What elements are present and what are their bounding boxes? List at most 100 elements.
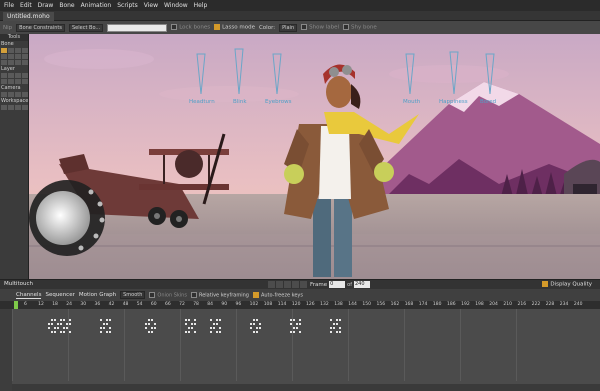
keyframe[interactable]: [188, 319, 190, 321]
keyframe[interactable]: [210, 327, 212, 329]
keyframe[interactable]: [339, 319, 341, 321]
keyframe[interactable]: [191, 327, 193, 329]
end-frame-input[interactable]: 240: [353, 281, 370, 288]
keyframe[interactable]: [194, 323, 196, 325]
pan-workspace-tool-icon[interactable]: [1, 105, 7, 110]
keyframe[interactable]: [339, 327, 341, 329]
keyframe[interactable]: [51, 319, 53, 321]
tab-motion-graph[interactable]: Motion Graph: [79, 292, 116, 298]
keyframe[interactable]: [256, 319, 258, 321]
keyframe[interactable]: [250, 327, 252, 329]
keyframe[interactable]: [219, 327, 221, 329]
keyframe[interactable]: [54, 331, 56, 333]
menu-help[interactable]: Help: [194, 2, 208, 9]
keyframe[interactable]: [100, 319, 102, 321]
menu-scripts[interactable]: Scripts: [117, 2, 138, 9]
timeline-channels-area[interactable]: [0, 309, 600, 391]
keyframe[interactable]: [290, 331, 292, 333]
track-camera-tool-icon[interactable]: [1, 92, 7, 97]
keyframe[interactable]: [333, 327, 335, 329]
keyframe[interactable]: [106, 323, 108, 325]
timeline-scrollbar[interactable]: [12, 384, 600, 391]
keyframe[interactable]: [219, 331, 221, 333]
keyframe[interactable]: [103, 327, 105, 329]
manipulate-bones-tool-icon[interactable]: [22, 54, 28, 59]
keyframe[interactable]: [185, 331, 187, 333]
joystick-rotate-icon[interactable]: [97, 201, 103, 207]
keyframe[interactable]: [253, 331, 255, 333]
keyframe[interactable]: [336, 319, 338, 321]
keyframe[interactable]: [216, 331, 218, 333]
bone-constraints-button[interactable]: Bone Constraints: [16, 23, 65, 32]
keyframe[interactable]: [154, 323, 156, 325]
zoom-camera-tool-icon[interactable]: [8, 92, 14, 97]
menu-animation[interactable]: Animation: [81, 2, 112, 9]
set-origin-tool-icon[interactable]: [8, 73, 14, 78]
keyframe[interactable]: [185, 319, 187, 321]
keyframe[interactable]: [293, 327, 295, 329]
bone-physics-tool-icon[interactable]: [22, 60, 28, 65]
keyframe[interactable]: [250, 323, 252, 325]
keyframe[interactable]: [330, 331, 332, 333]
transform-layer-tool-icon[interactable]: [1, 73, 7, 78]
keyframe[interactable]: [296, 327, 298, 329]
keyframe[interactable]: [100, 331, 102, 333]
bone-label-headturn[interactable]: Headturn: [189, 99, 215, 105]
menu-view[interactable]: View: [144, 2, 158, 9]
keyframe[interactable]: [106, 319, 108, 321]
play-icon[interactable]: [284, 281, 291, 288]
step-back-icon[interactable]: [276, 281, 283, 288]
keyframe[interactable]: [51, 323, 53, 325]
bone-label-bored[interactable]: Bored: [480, 99, 496, 105]
keyframe[interactable]: [299, 323, 301, 325]
keyframe[interactable]: [330, 327, 332, 329]
step-forward-icon[interactable]: [292, 281, 299, 288]
menu-file[interactable]: File: [4, 2, 14, 9]
keyframe[interactable]: [290, 323, 292, 325]
keyframe[interactable]: [296, 323, 298, 325]
keyframe[interactable]: [256, 331, 258, 333]
keyframe[interactable]: [253, 319, 255, 321]
joystick-drag-icon[interactable]: [78, 245, 84, 251]
keyframe[interactable]: [66, 327, 68, 329]
rotate-workspace-tool-icon[interactable]: [15, 105, 21, 110]
keyframe[interactable]: [151, 331, 153, 333]
keyframe[interactable]: [69, 331, 71, 333]
display-quality-button[interactable]: Display Quality: [542, 281, 592, 288]
keyframe[interactable]: [69, 319, 71, 321]
display-quality-box[interactable]: [542, 281, 549, 287]
keyframe[interactable]: [191, 323, 193, 325]
pan-tilt-camera-tool-icon[interactable]: [22, 92, 28, 97]
keyframe[interactable]: [57, 323, 59, 325]
keyframe[interactable]: [256, 327, 258, 329]
keyframe[interactable]: [51, 331, 53, 333]
keyframe[interactable]: [145, 327, 147, 329]
bone-name-input[interactable]: [107, 23, 168, 32]
keyframe[interactable]: [145, 323, 147, 325]
reparent-bone-tool-icon[interactable]: [8, 54, 14, 59]
offset-bone-tool-icon[interactable]: [15, 60, 21, 65]
interpolation-dropdown[interactable]: Smooth: [120, 291, 146, 299]
translate-bone-tool-icon[interactable]: [8, 48, 14, 53]
keyframe[interactable]: [103, 323, 105, 325]
bone-label-eyebrows[interactable]: Eyebrows: [265, 99, 292, 105]
keyframe[interactable]: [54, 327, 56, 329]
keyframe[interactable]: [293, 331, 295, 333]
joystick-mode-icon[interactable]: [93, 233, 99, 239]
keyframe[interactable]: [185, 323, 187, 325]
keyframe[interactable]: [109, 331, 111, 333]
keyframe[interactable]: [148, 323, 150, 325]
lock-bones-box[interactable]: [171, 24, 178, 31]
zoom-workspace-tool-icon[interactable]: [8, 105, 14, 110]
keyframe[interactable]: [106, 331, 108, 333]
keyframe[interactable]: [63, 327, 65, 329]
switch-layer-tool-icon[interactable]: [22, 79, 28, 84]
onion-skins-button[interactable]: Onion Skins: [149, 291, 187, 298]
layer-select-tool-icon[interactable]: [8, 79, 14, 84]
tab-sequencer[interactable]: Sequencer: [45, 292, 74, 298]
shy-bone-box[interactable]: [343, 24, 350, 31]
keyframe[interactable]: [216, 319, 218, 321]
keyframe[interactable]: [299, 319, 301, 321]
joystick-option-icon[interactable]: [88, 189, 94, 195]
keyframe[interactable]: [60, 323, 62, 325]
